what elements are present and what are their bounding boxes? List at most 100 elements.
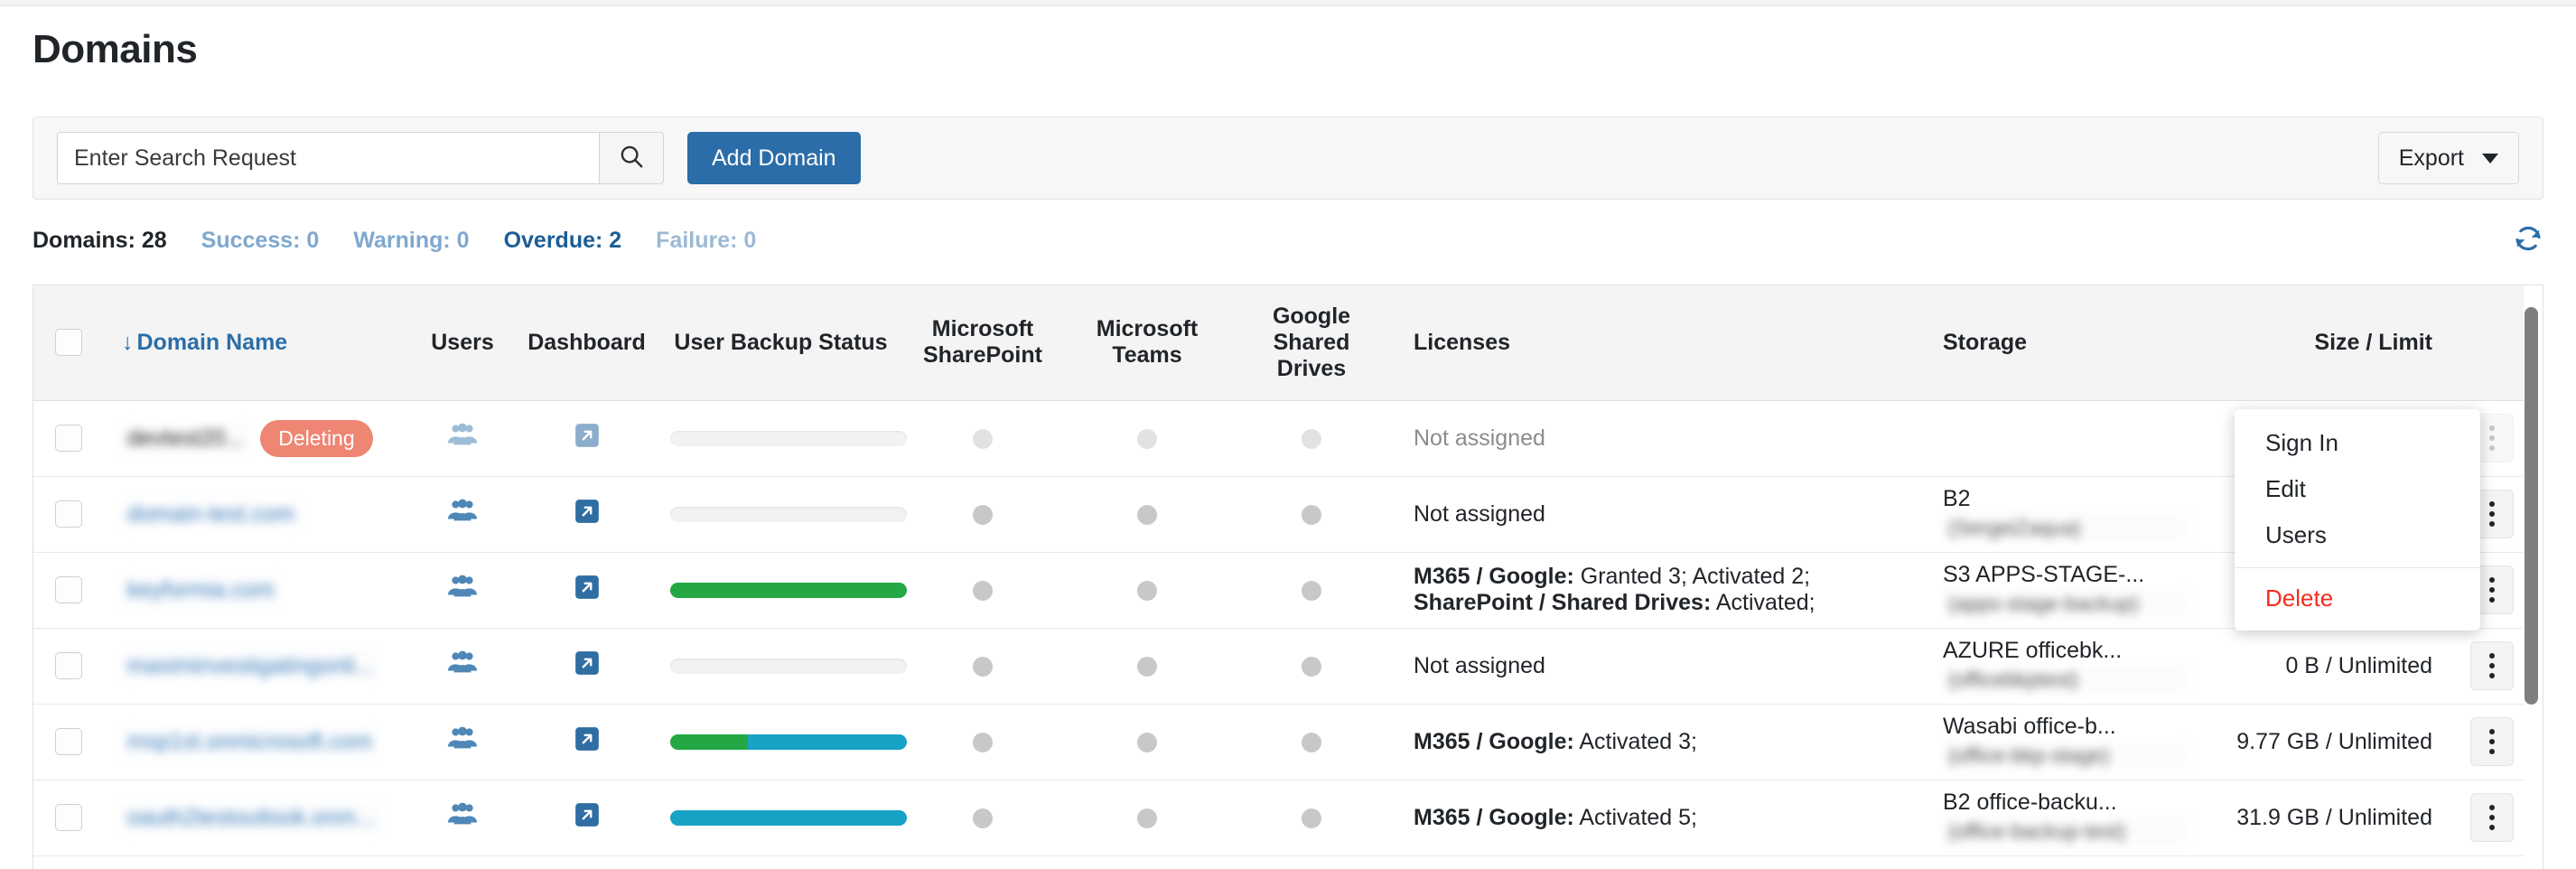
users-icon[interactable] (447, 574, 478, 607)
row-actions-button[interactable] (2470, 717, 2514, 766)
row-select-cell (33, 628, 104, 705)
row-checkbox[interactable] (55, 500, 82, 528)
context-menu-item-sign-in[interactable]: Sign In (2235, 420, 2480, 466)
status-success[interactable]: Success: 0 (201, 228, 320, 254)
backup-progress-bar[interactable] (670, 659, 907, 675)
export-button[interactable]: Export (2377, 132, 2519, 184)
table-row[interactable]: keyformia.com M365 / Google: Granted 3; … (33, 552, 2528, 629)
backup-progress-bar[interactable] (670, 431, 907, 447)
domain-name-link[interactable]: keyformia.com (122, 575, 280, 605)
teams-status-dot (1137, 656, 1157, 677)
backup-progress-bar[interactable] (670, 734, 907, 751)
backup-progress-bar[interactable] (670, 810, 907, 827)
dashboard-cell (512, 704, 661, 780)
storage-bucket: (officebkptest) (1943, 666, 2189, 695)
th-user-backup-status[interactable]: User Backup Status (661, 285, 901, 401)
th-licenses[interactable]: Licenses (1394, 285, 1927, 401)
dashboard-link-icon[interactable] (574, 726, 600, 758)
row-select-cell (33, 476, 104, 553)
shared-drives-status-dot (1302, 656, 1321, 677)
th-users[interactable]: Users (413, 285, 512, 401)
table-scrollbar[interactable] (2524, 285, 2540, 869)
domain-name-link[interactable]: msp1st.onmicrosoft.com (122, 726, 378, 757)
domains-table-container: ↓ Domain Name Users Dashboard User Backup… (33, 285, 2543, 869)
th-domain-name[interactable]: ↓ Domain Name (104, 285, 413, 401)
refresh-button[interactable] (2513, 223, 2543, 258)
row-actions-button[interactable] (2470, 793, 2514, 842)
th-microsoft-sharepoint[interactable]: Microsoft SharePoint (901, 285, 1065, 401)
sharepoint-status-dot (973, 732, 993, 752)
row-checkbox[interactable] (55, 728, 82, 756)
add-domain-button[interactable]: Add Domain (687, 132, 861, 184)
select-all-checkbox[interactable] (55, 329, 82, 357)
row-checkbox[interactable] (55, 804, 82, 832)
chevron-down-icon (2482, 153, 2498, 164)
status-failure[interactable]: Failure: 0 (656, 228, 756, 254)
row-checkbox[interactable] (55, 652, 82, 680)
sharepoint-status-dot (973, 504, 993, 525)
user-backup-status-cell (661, 476, 907, 553)
domain-name-link[interactable]: oauth2testoutlook.onm... (122, 802, 380, 833)
row-actions-button[interactable] (2470, 641, 2514, 690)
backup-progress-bar[interactable] (670, 507, 907, 523)
status-overdue[interactable]: Overdue: 2 (504, 228, 622, 254)
dashboard-link-icon[interactable] (574, 802, 600, 834)
table-row[interactable]: maximinvestigatingonli... Not assigned AZ… (33, 628, 2528, 705)
storage-bucket: (SergeiZaqua) (1943, 514, 2189, 543)
dashboard-link-icon[interactable] (574, 423, 600, 454)
search-input[interactable] (57, 132, 599, 184)
th-domain-name-label: Domain Name (136, 329, 288, 355)
row-select-cell (33, 780, 104, 856)
domains-page: Domains Add Domain Export Domains: 28 Su… (0, 0, 2576, 869)
table-row[interactable]: devtest20... Deleting Not assigned (33, 400, 2528, 477)
storage-cell: B2 office-backu... (office-backup-test) (1927, 780, 2198, 856)
user-backup-status-cell (661, 400, 907, 477)
users-icon[interactable] (447, 801, 478, 835)
row-select-cell (33, 704, 104, 780)
row-checkbox[interactable] (55, 425, 82, 453)
storage-name: B2 (1943, 485, 1971, 511)
th-google-shared-drives[interactable]: Google Shared Drives (1229, 285, 1394, 401)
users-icon[interactable] (447, 649, 478, 683)
storage-bucket: (apps-stage-backup) (1943, 590, 2189, 619)
progress-segment-green (670, 734, 749, 751)
th-size-limit[interactable]: Size / Limit (2198, 285, 2456, 401)
backup-progress-bar[interactable] (670, 583, 907, 599)
progress-segment-green (670, 583, 907, 599)
search-button[interactable] (599, 132, 664, 184)
dashboard-link-icon[interactable] (574, 650, 600, 682)
shared-drives-status-dot (1302, 732, 1321, 752)
domain-name-link[interactable]: devtest20... (122, 423, 250, 453)
licenses-line-1: Not assigned (1414, 425, 1545, 451)
table-row[interactable]: msp1st.onmicrosoft.com M365 / Google: Ac… (33, 704, 2528, 780)
domain-name-link[interactable]: domain-test.com (122, 499, 300, 529)
context-menu-item-delete[interactable]: Delete (2235, 575, 2480, 621)
dashboard-link-icon[interactable] (574, 499, 600, 530)
licenses-line-1: M365 / Google: Granted 3; Activated 2; (1414, 564, 1918, 590)
users-cell (413, 780, 512, 856)
table-row[interactable]: oauth2testoutlook.onm... M365 / Google: … (33, 780, 2528, 856)
licenses-cell: M365 / Google: Granted 3; Activated 2; Sh… (1394, 552, 1927, 629)
shared-drives-cell (1229, 780, 1394, 856)
th-storage[interactable]: Storage (1927, 285, 2198, 401)
dashboard-cell (512, 628, 661, 705)
context-menu-item-users[interactable]: Users (2235, 512, 2480, 558)
dashboard-cell (512, 552, 661, 629)
dashboard-link-icon[interactable] (574, 575, 600, 606)
page-title: Domains (33, 27, 198, 71)
th-dashboard[interactable]: Dashboard (512, 285, 661, 401)
licenses-cell: M365 / Google: Activated 3; (1394, 704, 1927, 780)
th-microsoft-teams[interactable]: Microsoft Teams (1065, 285, 1229, 401)
users-icon[interactable] (447, 422, 478, 455)
shared-drives-cell (1229, 476, 1394, 553)
status-warning[interactable]: Warning: 0 (353, 228, 469, 254)
users-icon[interactable] (447, 725, 478, 759)
shared-drives-status-dot (1302, 504, 1321, 525)
scrollbar-thumb[interactable] (2525, 307, 2538, 705)
domain-name-link[interactable]: maximinvestigatingonli... (122, 650, 379, 681)
users-icon[interactable] (447, 498, 478, 531)
storage-cell (1927, 400, 2198, 477)
row-checkbox[interactable] (55, 576, 82, 604)
context-menu-item-edit[interactable]: Edit (2235, 466, 2480, 512)
table-row[interactable]: domain-test.com Not assigned B2 (SergeiZaq… (33, 476, 2528, 553)
